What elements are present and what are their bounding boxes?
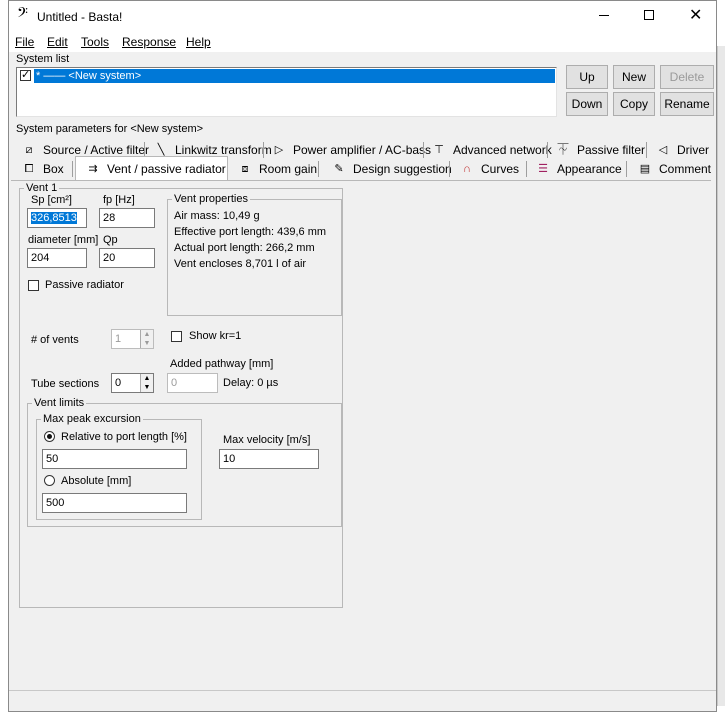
source-icon: ⧄ (25, 143, 33, 156)
absolute-input[interactable]: 500 (42, 493, 187, 513)
system-checkbox[interactable]: ✓ (20, 69, 31, 81)
max-velocity-label: Max velocity [m/s] (223, 434, 311, 446)
system-list-label: System list (16, 53, 70, 65)
menu-help[interactable]: Help (186, 35, 211, 49)
qp-label: Qp (103, 234, 118, 246)
vent-icon: ⇉ (88, 162, 98, 175)
delay-text: Delay: 0 µs (223, 377, 279, 389)
tab-separator (626, 161, 627, 177)
encloses-text: Vent encloses 8,701 l of air (174, 258, 307, 270)
tube-sections-value: 0 (115, 377, 122, 389)
vent-properties-title: Vent properties (172, 193, 250, 205)
actual-length-text: Actual port length: 266,2 mm (174, 242, 315, 254)
effective-length-text: Effective port length: 439,6 mm (174, 226, 327, 238)
app-window: 𝄢 Untitled - Basta! ✕ File Edit Tools Re… (8, 0, 717, 712)
added-pathway-input[interactable]: 0 (167, 373, 218, 393)
tab-design-suggestion[interactable]: ✎ Design suggestion (327, 159, 451, 178)
absolute-radio[interactable] (44, 475, 55, 486)
tube-sections-input[interactable]: 0 ▲ ▼ (111, 373, 154, 393)
app-icon: 𝄢 (17, 5, 28, 25)
system-params-label: System parameters for <New system> (16, 123, 204, 135)
room-icon: ⧈ (241, 162, 249, 175)
tab-separator (646, 142, 647, 158)
num-vents-input[interactable]: 1 ▲ ▼ (111, 329, 154, 349)
fp-input[interactable]: 28 (99, 208, 155, 228)
tab-separator (263, 142, 264, 158)
appearance-icon: ☰ (538, 162, 548, 175)
passive-filter-icon: ⏇ (557, 143, 569, 156)
vent-group-title: Vent 1 (24, 182, 60, 194)
fp-label: fp [Hz] (103, 194, 135, 206)
show-kr-checkbox[interactable] (171, 331, 182, 342)
copy-button[interactable]: Copy (613, 92, 655, 116)
curves-icon: ∩ (463, 162, 471, 175)
linkwitz-icon: ╲ (157, 143, 165, 156)
background-window-edge (717, 46, 725, 706)
vent-limits-title: Vent limits (32, 397, 87, 409)
box-icon: ⧠ (24, 162, 34, 175)
pencil-icon: ✎ (334, 162, 344, 175)
tab-passive-filter[interactable]: ⏇ Passive filter (551, 140, 646, 159)
down-button[interactable]: Down (566, 92, 608, 116)
added-pathway-label: Added pathway [mm] (170, 358, 274, 370)
window-title: Untitled - Basta! (37, 10, 123, 24)
relative-radio[interactable] (44, 431, 55, 442)
diameter-label: diameter [mm] (28, 234, 99, 246)
num-vents-spinner[interactable]: ▲ ▼ (140, 330, 153, 348)
tube-sections-label: Tube sections (31, 378, 100, 390)
num-vents-label: # of vents (31, 334, 79, 346)
comment-icon: ▤ (639, 162, 651, 175)
tab-advanced-network[interactable]: ⊤ Advanced network (427, 140, 552, 159)
tab-separator (318, 161, 319, 177)
sp-input[interactable]: 326,8513 (27, 208, 87, 228)
amplifier-icon: ▷ (274, 143, 284, 156)
absolute-label: Absolute [mm] (61, 475, 132, 487)
tab-separator (449, 161, 450, 177)
show-kr-label: Show kr=1 (189, 330, 242, 342)
tab-box[interactable]: ⧠ Box (17, 159, 64, 178)
max-peak-title: Max peak excursion (41, 413, 143, 425)
relative-label: Relative to port length [%] (61, 431, 187, 443)
sp-label: Sp [cm²] (31, 194, 72, 206)
passive-radiator-label: Passive radiator (45, 279, 124, 291)
status-bar (9, 690, 716, 711)
tab-separator (526, 161, 527, 177)
tab-curves[interactable]: ∩ Curves (455, 159, 519, 178)
air-mass-text: Air mass: 10,49 g (174, 210, 260, 222)
title-bar[interactable]: 𝄢 Untitled - Basta! ✕ (9, 1, 716, 32)
tab-separator (72, 161, 73, 177)
tab-separator (423, 142, 424, 158)
tube-sections-spinner[interactable]: ▲ ▼ (140, 374, 153, 392)
tab-room-gain[interactable]: ⧈ Room gain (233, 159, 318, 178)
maximize-icon[interactable] (644, 10, 654, 20)
tab-driver[interactable]: ◁ Driver (651, 140, 709, 159)
menu-response[interactable]: Response (122, 35, 176, 49)
close-icon[interactable]: ✕ (689, 5, 702, 25)
new-button[interactable]: New (613, 65, 655, 89)
menu-file[interactable]: File (15, 35, 34, 49)
system-list-item[interactable]: * —— <New system> (34, 69, 555, 83)
up-button[interactable]: Up (566, 65, 608, 89)
num-vents-value: 1 (115, 333, 122, 345)
sp-value: 326,8513 (31, 212, 77, 224)
tab-separator (547, 142, 548, 158)
qp-input[interactable]: 20 (99, 248, 155, 268)
menu-edit[interactable]: Edit (47, 35, 68, 49)
passive-radiator-checkbox[interactable] (28, 280, 39, 291)
relative-input[interactable]: 50 (42, 449, 187, 469)
tab-appearance[interactable]: ☰ Appearance (531, 159, 622, 178)
menu-tools[interactable]: Tools (81, 35, 109, 49)
max-velocity-input[interactable]: 10 (219, 449, 319, 469)
minimize-icon[interactable] (599, 15, 609, 16)
diameter-input[interactable]: 204 (27, 248, 87, 268)
tab-power-amplifier[interactable]: ▷ Power amplifier / AC-bass (267, 140, 431, 159)
network-icon: ⊤ (434, 143, 444, 156)
system-list[interactable]: ✓ * —— <New system> (16, 67, 557, 117)
delete-button[interactable]: Delete (660, 65, 714, 89)
tab-comment[interactable]: ▤ Comment (633, 159, 711, 178)
rename-button[interactable]: Rename (660, 92, 714, 116)
speaker-icon: ◁ (658, 143, 668, 156)
tab-vent-passive-radiator[interactable]: ⇉ Vent / passive radiator (81, 159, 225, 178)
menu-bar: File Edit Tools Response Help (9, 32, 716, 52)
